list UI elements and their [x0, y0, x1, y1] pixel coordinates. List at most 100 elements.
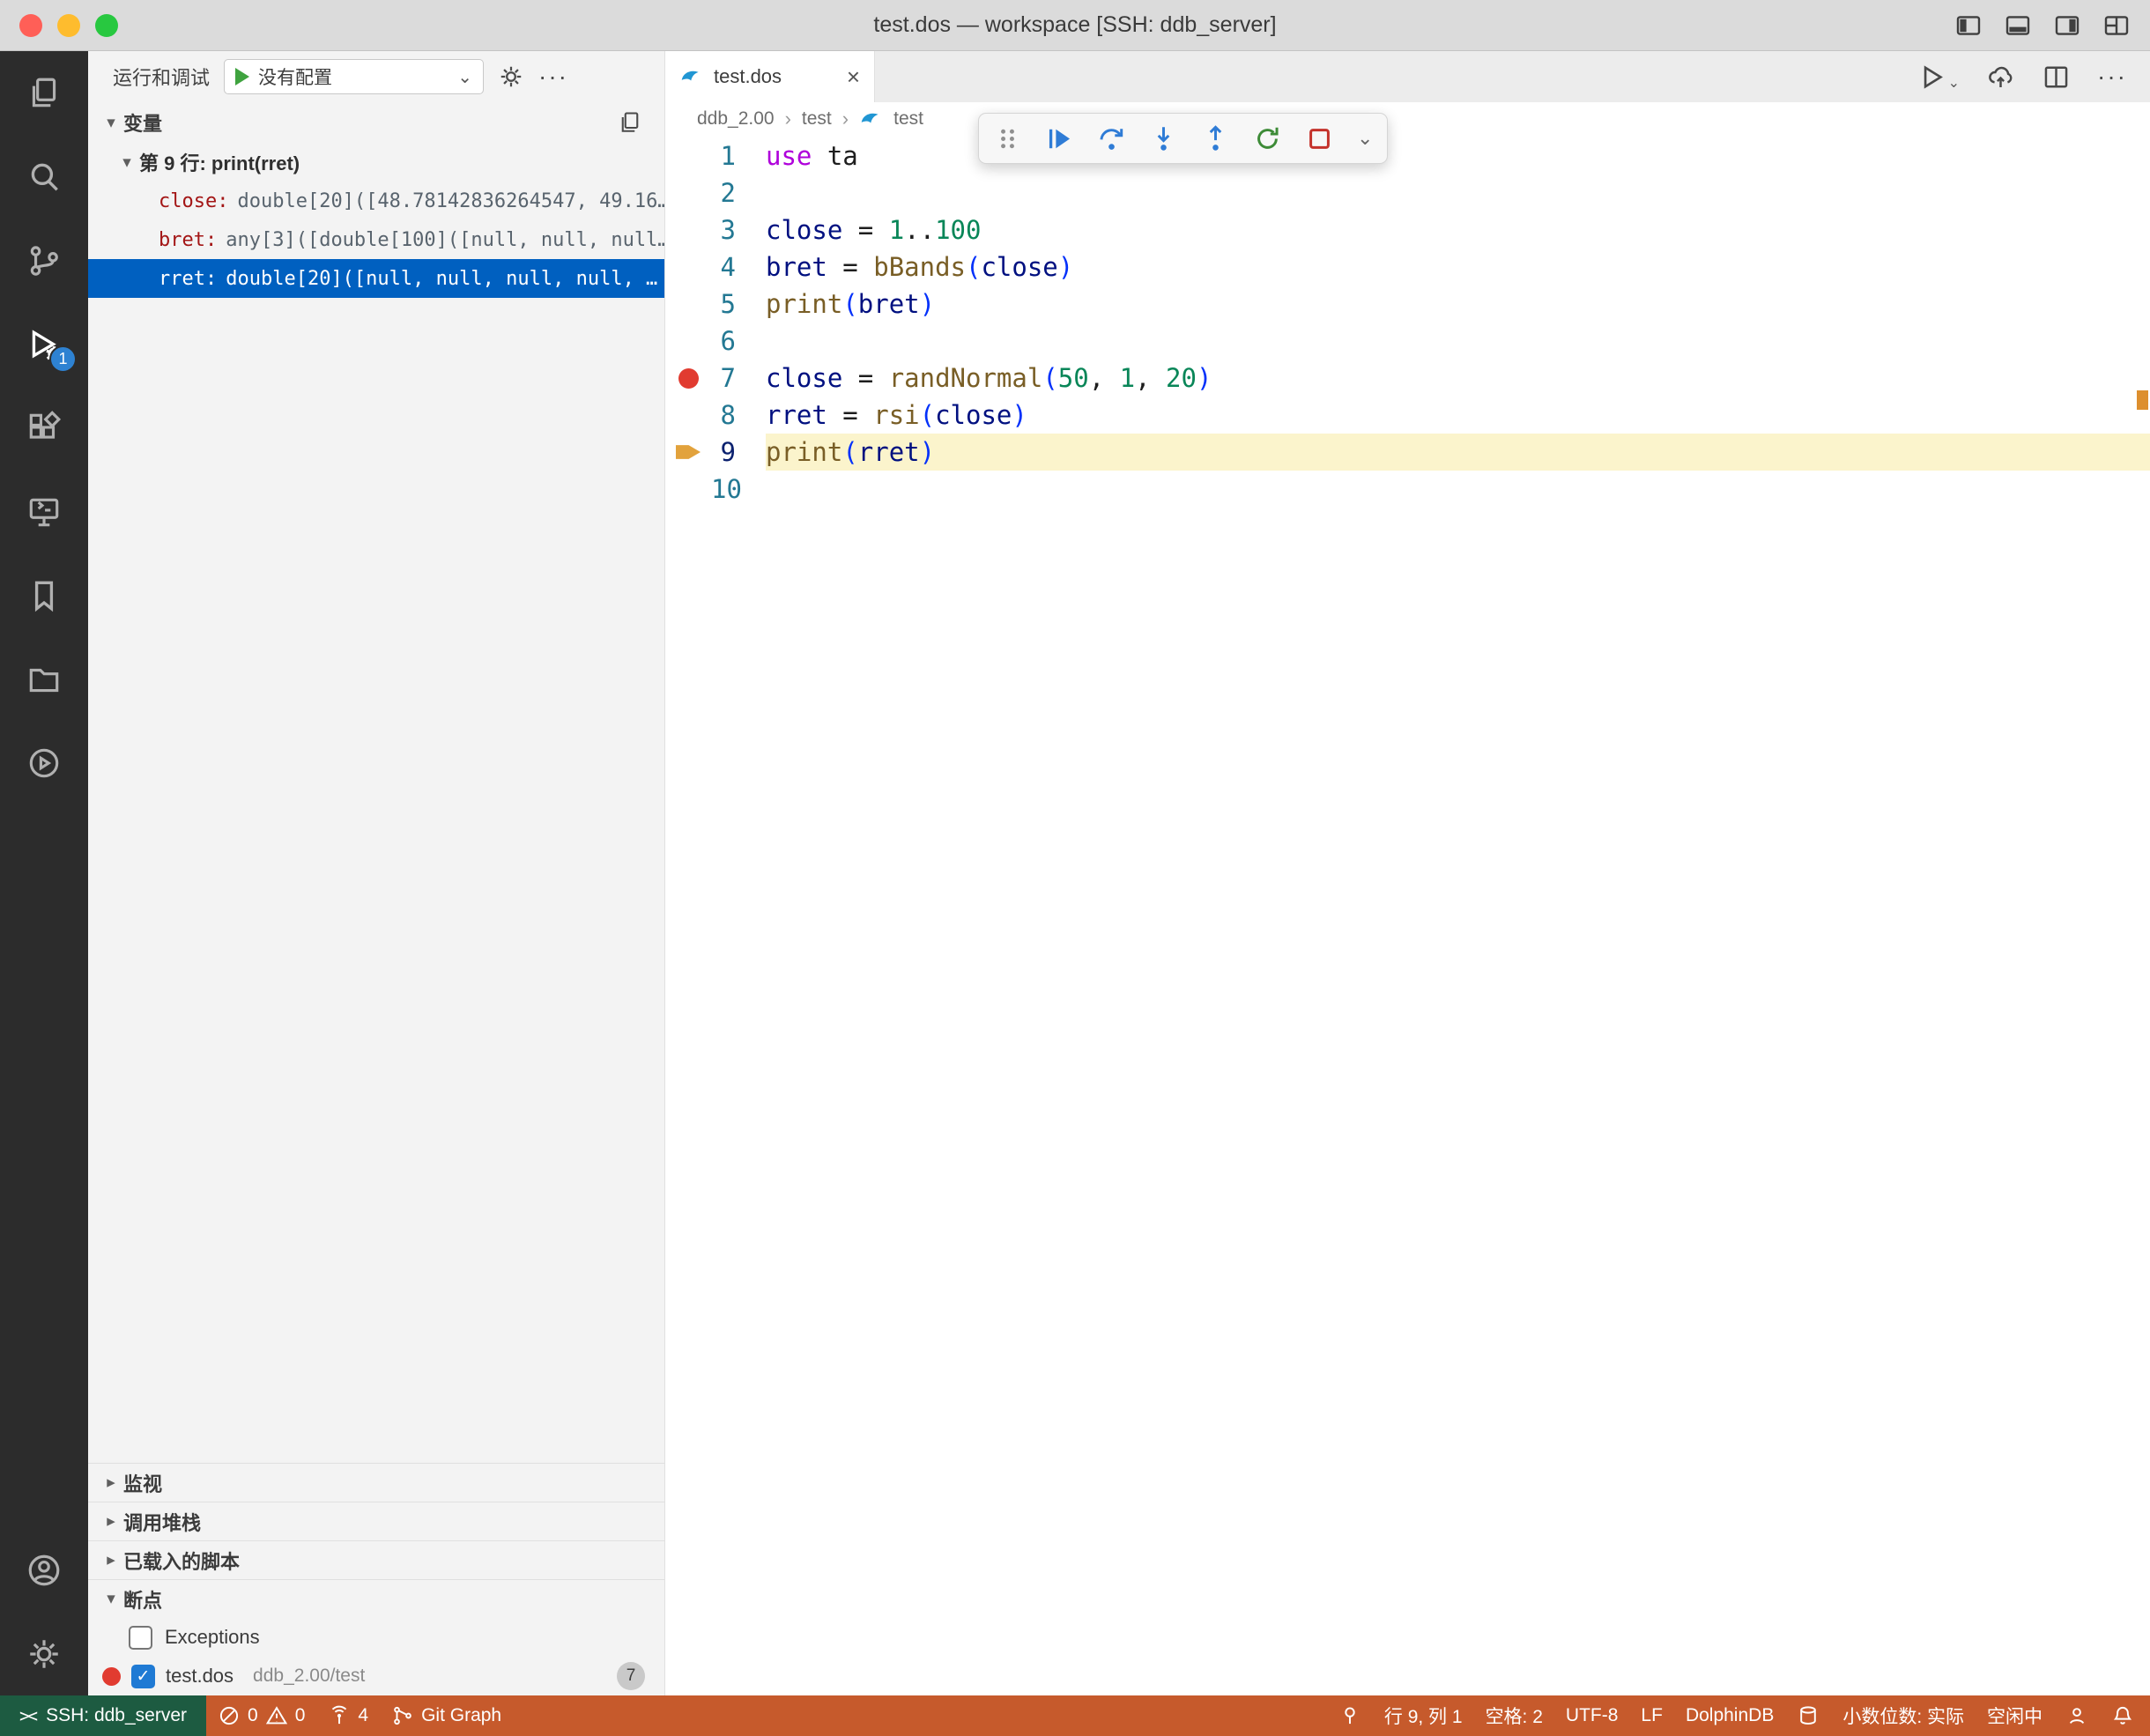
- breadcrumb-item[interactable]: test: [893, 108, 923, 130]
- search-icon[interactable]: [0, 135, 88, 219]
- chevron-right-icon: ›: [785, 108, 791, 130]
- notifications-bell-icon[interactable]: [2100, 1695, 2150, 1736]
- code-editor[interactable]: 1use ta23close = 1..1004bret = bBands(cl…: [665, 136, 2150, 1695]
- settings-gear-icon[interactable]: [0, 1612, 88, 1695]
- section-header[interactable]: ▸监视: [88, 1463, 664, 1502]
- step-out-icon[interactable]: [1201, 124, 1230, 153]
- indentation[interactable]: 空格: 2: [1474, 1695, 1554, 1736]
- source-control-icon[interactable]: [0, 219, 88, 302]
- grip-icon[interactable]: [993, 124, 1022, 153]
- encoding[interactable]: UTF-8: [1554, 1695, 1630, 1736]
- section-header[interactable]: ▸调用堆栈: [88, 1502, 664, 1540]
- problems-indicator[interactable]: 0 0: [206, 1695, 316, 1736]
- code-line[interactable]: 7close = randNormal(50, 1, 20): [665, 360, 2150, 397]
- glyph-margin[interactable]: [665, 174, 711, 211]
- remote-explorer-icon[interactable]: [0, 470, 88, 553]
- code-line[interactable]: 8rret = rsi(close): [665, 397, 2150, 434]
- variables-scope-row[interactable]: ▾ 第 9 行: print(rret): [88, 143, 664, 182]
- warning-icon: [265, 1704, 288, 1727]
- line-number: 8: [711, 397, 766, 434]
- glyph-margin[interactable]: [665, 286, 711, 323]
- code-line[interactable]: 4bret = bBands(close): [665, 249, 2150, 286]
- exceptions-checkbox[interactable]: [129, 1626, 152, 1650]
- chevron-right-icon: ▸: [99, 1511, 123, 1532]
- glyph-margin[interactable]: [665, 211, 711, 249]
- cursor-position[interactable]: 行 9, 列 1: [1373, 1695, 1474, 1736]
- explorer-icon[interactable]: [0, 51, 88, 135]
- ports-icon: [328, 1704, 351, 1727]
- database-icon[interactable]: [1785, 1695, 1831, 1736]
- code-line[interactable]: 1use ta: [665, 137, 2150, 174]
- chevron-down-icon: ▾: [99, 113, 123, 133]
- git-graph-item[interactable]: Git Graph: [380, 1695, 513, 1736]
- language-label: DolphinDB: [1686, 1705, 1774, 1726]
- extensions-icon[interactable]: [0, 386, 88, 470]
- tab-test-dos[interactable]: test.dos ×: [665, 51, 875, 102]
- dolphin-icon: [679, 65, 703, 89]
- section-header[interactable]: ▸已载入的脚本: [88, 1540, 664, 1579]
- code-line[interactable]: 5print(bret): [665, 286, 2150, 323]
- debug-config-dropdown[interactable]: 没有配置 ⌄: [224, 59, 484, 94]
- breakpoint-file: test.dos: [166, 1665, 234, 1688]
- glyph-margin[interactable]: [665, 323, 711, 360]
- stop-icon[interactable]: [1305, 124, 1334, 153]
- cloud-upload-icon[interactable]: [1986, 63, 2015, 92]
- close-icon[interactable]: ×: [847, 63, 860, 91]
- code-line[interactable]: 6: [665, 323, 2150, 360]
- glyph-margin[interactable]: [665, 137, 711, 174]
- run-debug-icon[interactable]: 1: [0, 302, 88, 386]
- account-icon[interactable]: [0, 1528, 88, 1612]
- step-over-icon[interactable]: [1097, 124, 1126, 153]
- restart-icon[interactable]: [1253, 124, 1282, 153]
- breakpoint-checkbox[interactable]: ✓: [131, 1665, 155, 1688]
- remote-icon: ><: [19, 1705, 35, 1726]
- language-mode[interactable]: DolphinDB: [1674, 1695, 1785, 1736]
- variables-section-header[interactable]: ▾ 变量: [88, 102, 664, 143]
- code-line[interactable]: 2: [665, 174, 2150, 211]
- encoding-label: UTF-8: [1566, 1705, 1619, 1726]
- remote-indicator[interactable]: >< SSH: ddb_server: [0, 1695, 206, 1736]
- glyph-margin[interactable]: [665, 360, 711, 397]
- chevron-down-icon: ⌄: [457, 66, 472, 88]
- section-header[interactable]: ▾断点: [88, 1579, 664, 1618]
- start-debug-icon[interactable]: [235, 68, 249, 85]
- server-state[interactable]: 空闲中: [1976, 1695, 2054, 1736]
- chevron-down-icon[interactable]: ⌄: [1357, 127, 1373, 150]
- step-into-icon[interactable]: [1149, 124, 1178, 153]
- code-line[interactable]: 9print(rret): [665, 434, 2150, 471]
- split-editor-icon[interactable]: [2042, 63, 2071, 92]
- continue-icon[interactable]: [1045, 124, 1074, 153]
- variable-row[interactable]: close:double[20]([48.78142836264547, 49.…: [88, 182, 664, 220]
- eol[interactable]: LF: [1629, 1695, 1674, 1736]
- glyph-margin[interactable]: [665, 249, 711, 286]
- layout-sidebar-right-icon[interactable]: [2053, 11, 2081, 40]
- breakpoint-row[interactable]: ✓ test.dos ddb_2.00/test 7: [88, 1657, 664, 1695]
- breadcrumb-item[interactable]: test: [802, 108, 832, 130]
- glyph-margin[interactable]: [665, 434, 711, 471]
- decimal-setting[interactable]: 小数位数: 实际: [1831, 1695, 1976, 1736]
- exceptions-row[interactable]: Exceptions: [88, 1618, 664, 1657]
- more-actions-icon[interactable]: ···: [538, 68, 568, 85]
- ellipsis-icon[interactable]: ···: [2097, 63, 2127, 91]
- glyph-margin[interactable]: [665, 397, 711, 434]
- breakpoint-dot[interactable]: [678, 368, 699, 389]
- variable-row[interactable]: rret:double[20]([null, null, null, null,…: [88, 259, 664, 298]
- user-icon[interactable]: [2054, 1695, 2100, 1736]
- plug-icon[interactable]: [1327, 1695, 1373, 1736]
- glyph-margin[interactable]: [665, 471, 711, 508]
- layout-customize-icon[interactable]: [2102, 11, 2131, 40]
- run-button[interactable]: ⌄: [1917, 63, 1960, 92]
- folder-icon[interactable]: [0, 637, 88, 721]
- code-line[interactable]: 3close = 1..100: [665, 211, 2150, 249]
- bookmarks-icon[interactable]: [0, 553, 88, 637]
- layout-panel-icon[interactable]: [2004, 11, 2032, 40]
- breadcrumb-item[interactable]: ddb_2.00: [697, 108, 775, 130]
- gear-icon[interactable]: [498, 63, 524, 90]
- circle-play-icon[interactable]: [0, 721, 88, 805]
- code-line[interactable]: 10: [665, 471, 2150, 508]
- copy-icon[interactable]: [617, 109, 643, 136]
- ports-indicator[interactable]: 4: [316, 1695, 380, 1736]
- variable-row[interactable]: bret:any[3]([double[100]([null, null, nu…: [88, 220, 664, 259]
- chevron-down-icon[interactable]: ⌄: [1948, 74, 1960, 92]
- layout-sidebar-left-icon[interactable]: [1954, 11, 1983, 40]
